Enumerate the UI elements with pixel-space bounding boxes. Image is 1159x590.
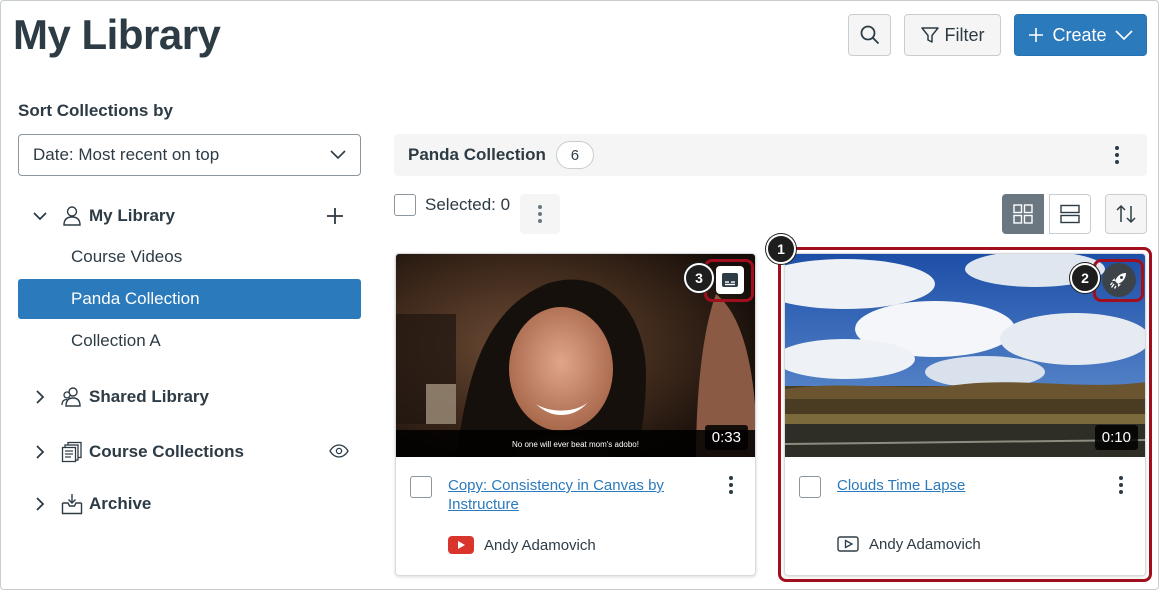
sort-label: Sort Collections by [18,101,173,120]
list-icon [1060,204,1080,224]
add-collection-button[interactable] [326,204,344,232]
owner-name: Andy Adamovich [484,536,596,554]
plus-icon [327,208,343,224]
card-title-link[interactable]: Copy: Consistency in Canvas by Instructu… [448,476,688,514]
tree-shared-library-label: Shared Library [89,387,209,406]
eye-icon [329,444,349,458]
tree-my-library[interactable]: My Library [33,205,175,227]
search-button[interactable] [848,14,891,56]
sidebar-item-label: Panda Collection [71,289,200,308]
list-view-button[interactable] [1049,194,1091,234]
tree-course-collections[interactable]: Course Collections [33,441,244,463]
course-collections-icon [61,441,83,463]
app-window: My Library Filter Create Sort Collection… [0,0,1159,590]
visibility-toggle[interactable] [329,444,349,463]
search-icon [860,25,879,45]
collection-header: Panda Collection 6 [394,134,1147,176]
tree-shared-library[interactable]: Shared Library [33,386,209,408]
card-options-button[interactable] [729,476,733,494]
create-label: Create [1052,24,1107,45]
card-owner: Andy Adamovich [448,536,596,554]
video-caption: No one will ever beat mom's adobo! [512,440,639,449]
archive-icon [61,493,83,515]
chevron-down-icon [330,150,346,160]
chevron-down-icon [33,209,47,223]
sidebar-item-label: Collection A [71,331,161,350]
users-icon [61,386,83,408]
tree-archive-label: Archive [89,494,152,513]
video-duration: 0:33 [704,425,748,450]
user-icon [61,205,83,227]
chevron-right-icon [33,497,47,511]
sort-select[interactable]: Date: Most recent on top [18,134,361,176]
filter-icon [920,27,939,43]
collection-name: Panda Collection [408,145,546,164]
captions-button[interactable] [716,266,744,294]
callout-badge: 2 [1070,263,1100,293]
selected-count: Selected: 0 [425,195,511,214]
filter-label: Filter [944,24,985,45]
closed-captions-icon [722,273,738,287]
page-title: My Library [13,11,221,58]
collection-options-button[interactable] [1107,145,1127,165]
card-checkbox[interactable] [410,476,432,498]
bulk-actions-button[interactable] [520,194,560,234]
sidebar-item-panda-collection[interactable]: Panda Collection [18,279,361,319]
media-card[interactable]: No one will ever beat mom's adobo! 0:33 … [395,253,756,576]
tree-my-library-label: My Library [89,206,175,225]
filter-button[interactable]: Filter [904,14,1001,56]
sidebar-item-collection-a[interactable]: Collection A [18,321,361,361]
chevron-right-icon [33,390,47,404]
grid-view-button[interactable] [1002,194,1044,234]
sidebar-item-course-videos[interactable]: Course Videos [18,237,361,277]
rocket-icon [1109,273,1126,289]
select-all-checkbox[interactable] [394,194,416,216]
plus-icon [1029,28,1044,42]
sort-value: Date: Most recent on top [33,145,220,164]
callout-badge: 1 [766,234,796,264]
collection-count-badge: 6 [555,141,594,169]
create-button[interactable]: Create [1014,14,1147,56]
tree-archive[interactable]: Archive [33,493,151,515]
tree-course-collections-label: Course Collections [89,442,244,461]
callout-badge: 3 [684,263,714,293]
grid-icon [1013,204,1033,224]
sort-order-button[interactable] [1105,194,1147,234]
select-all-row: Selected: 0 [394,194,510,216]
sidebar-item-label: Course Videos [71,247,183,266]
youtube-icon [448,536,474,554]
publish-button[interactable] [1102,263,1136,297]
chevron-right-icon [33,445,47,459]
sort-icon [1116,204,1136,224]
chevron-down-icon [1114,30,1133,40]
